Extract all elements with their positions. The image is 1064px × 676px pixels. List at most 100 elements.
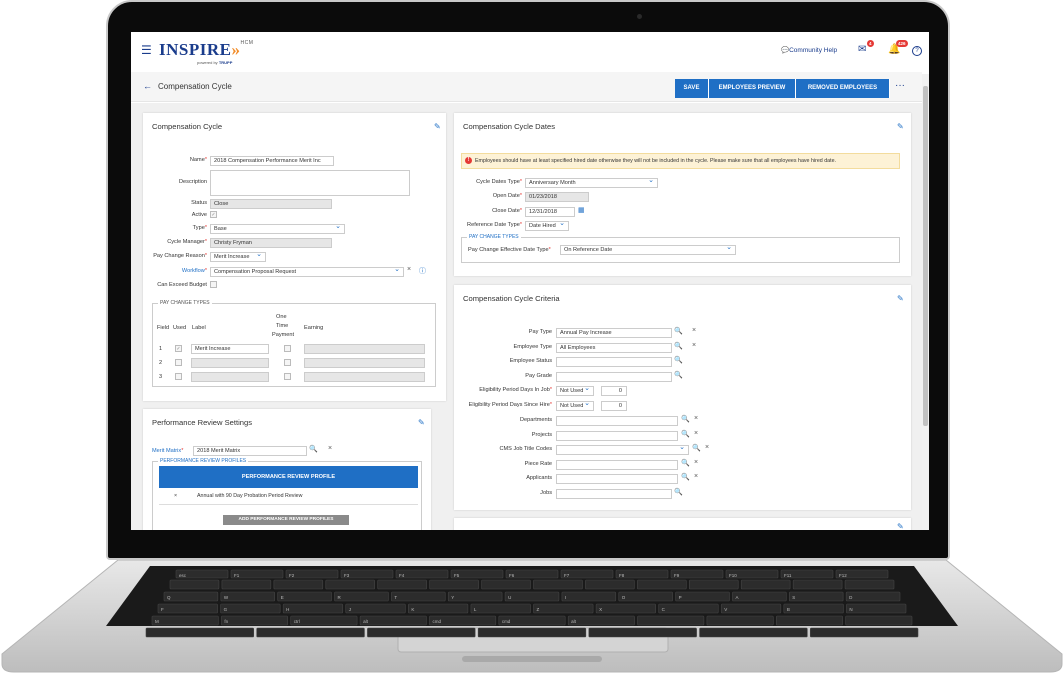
type-select[interactable]: Base [210,224,345,234]
community-help-link[interactable]: 💬Community Help [781,46,837,54]
row3-used-checkbox[interactable] [175,373,182,380]
piece-rate-field[interactable] [556,460,678,470]
elig-hire-days[interactable]: 0 [601,401,627,411]
employee-type-field[interactable]: All Employees [556,343,672,353]
elig-job-days[interactable]: 0 [601,386,627,396]
elig-job-select[interactable]: Not Used [556,386,594,396]
more-options-icon[interactable]: ··· [895,80,905,91]
app-screen: ☰ INSPIRE»HCM powered by TRUPP 💬Communit… [131,32,929,530]
workflow-select[interactable]: Compensation Proposal Request [210,267,404,277]
lookup-icon[interactable]: 🔍 [674,488,683,496]
row1-label-field[interactable]: Merit Increase [191,344,269,354]
mail-icon[interactable]: ✉ [858,44,866,55]
cycle-dates-type-select[interactable]: Anniversary Month [525,178,658,188]
pay-change-effective-label: Pay Change Effective Date Type* [468,247,551,253]
merit-matrix-link[interactable]: Merit Matrix [152,448,181,454]
keyboard-key-label: X [599,607,602,612]
lookup-icon[interactable]: 🔍 [681,473,690,481]
clear-icon[interactable]: × [694,473,698,480]
clear-icon[interactable]: × [694,430,698,437]
merit-matrix-field[interactable]: 2018 Merit Matrix [193,446,307,456]
keyboard-key [844,579,895,590]
lookup-icon[interactable]: 🔍 [674,356,683,364]
pay-change-effective-select[interactable]: On Reference Date [560,245,736,255]
keyboard-key-label: G [224,607,228,612]
row1-used-checkbox[interactable]: ✓ [175,345,182,352]
lookup-icon[interactable]: 🔍 [674,327,683,335]
keyboard-key-label: N [849,607,852,612]
help-icon[interactable]: ? [912,46,922,56]
close-date-field[interactable]: 12/31/2018 [525,207,575,217]
keyboard-key [325,579,376,590]
employee-status-field[interactable] [556,357,672,367]
edit-pencil-icon[interactable]: ✎ [418,418,425,427]
name-field[interactable]: 2018 Compensation Performance Merit Inc [210,156,334,166]
back-arrow-icon[interactable]: ← [143,81,152,91]
elig-hire-select[interactable]: Not Used [556,401,594,411]
save-button[interactable]: SAVE [675,79,709,98]
lookup-icon[interactable]: 🔍 [681,415,690,423]
keyboard-key-label: F [161,607,164,612]
calendar-icon[interactable]: ▦ [578,206,585,214]
lookup-icon[interactable]: 🔍 [309,445,318,453]
pay-change-reason-select[interactable]: Merit Increase [210,252,266,262]
keyboard-key-label: alt [363,619,369,624]
clear-icon[interactable]: × [692,342,696,349]
menu-icon[interactable]: ☰ [141,43,152,57]
row3-label-field[interactable] [191,372,269,382]
edit-pencil-icon[interactable]: ✎ [897,294,904,303]
jobs-label: Jobs [540,490,552,496]
departments-field[interactable] [556,416,678,426]
remove-profile-icon[interactable]: × [174,488,177,505]
row2-label-field[interactable] [191,358,269,368]
row2-earning-field[interactable] [304,358,425,368]
clear-icon[interactable]: × [694,415,698,422]
pay-grade-field[interactable] [556,372,672,382]
row1-one-time-checkbox[interactable] [284,345,291,352]
clear-icon[interactable]: × [692,327,696,334]
reference-date-type-select[interactable]: Date Hired [525,221,569,231]
clear-icon[interactable]: × [694,459,698,466]
info-icon[interactable]: ⓘ [419,266,426,276]
close-date-label: Close Date* [492,208,522,214]
lookup-icon[interactable]: 🔍 [681,459,690,467]
edit-pencil-icon[interactable]: ✎ [434,122,441,131]
workflow-label: Workflow* [181,268,207,274]
departments-label: Departments [519,417,552,423]
cycle-manager-label-text: Cycle Manager [167,239,205,245]
add-profile-button[interactable]: ADD PERFORMANCE REVIEW PROFILES [223,515,349,525]
logo[interactable]: INSPIRE»HCM [159,40,253,60]
keyboard-key [359,615,427,626]
jobs-field[interactable] [556,489,672,499]
page-title: Compensation Cycle [158,82,232,91]
keyboard-key [504,591,560,602]
row2-one-time-checkbox[interactable] [284,359,291,366]
scrollbar-thumb[interactable] [923,86,928,426]
lookup-icon[interactable]: 🔍 [681,430,690,438]
clear-merit-icon[interactable]: × [328,445,332,452]
row3-earning-field[interactable] [304,372,425,382]
cycle-dates-card: Compensation Cycle Dates ✎ ! Employees s… [454,113,911,276]
removed-employees-button[interactable]: REMOVED EMPLOYEES [796,79,890,98]
lookup-icon[interactable]: 🔍 [674,342,683,350]
keyboard-key [391,591,446,602]
employees-preview-button[interactable]: EMPLOYEES PREVIEW [709,79,796,98]
clear-icon[interactable]: × [705,444,709,451]
pay-type-field[interactable]: Annual Pay Increase [556,328,672,338]
row2-used-checkbox[interactable] [175,359,182,366]
row3-one-time-checkbox[interactable] [284,373,291,380]
active-checkbox[interactable]: ✓ [210,211,217,218]
applicants-field[interactable] [556,474,678,484]
description-field[interactable] [210,170,410,196]
workflow-link[interactable]: Workflow [182,268,205,274]
lookup-icon[interactable]: 🔍 [692,444,701,452]
cms-select[interactable] [556,445,689,455]
edit-pencil-icon[interactable]: ✎ [897,522,904,530]
can-exceed-budget-checkbox[interactable] [210,281,217,288]
clear-workflow-icon[interactable]: × [407,266,411,273]
col-one: One [276,314,287,320]
row1-earning-field[interactable] [304,344,425,354]
projects-field[interactable] [556,431,678,441]
edit-pencil-icon[interactable]: ✎ [897,122,904,131]
lookup-icon[interactable]: 🔍 [674,371,683,379]
